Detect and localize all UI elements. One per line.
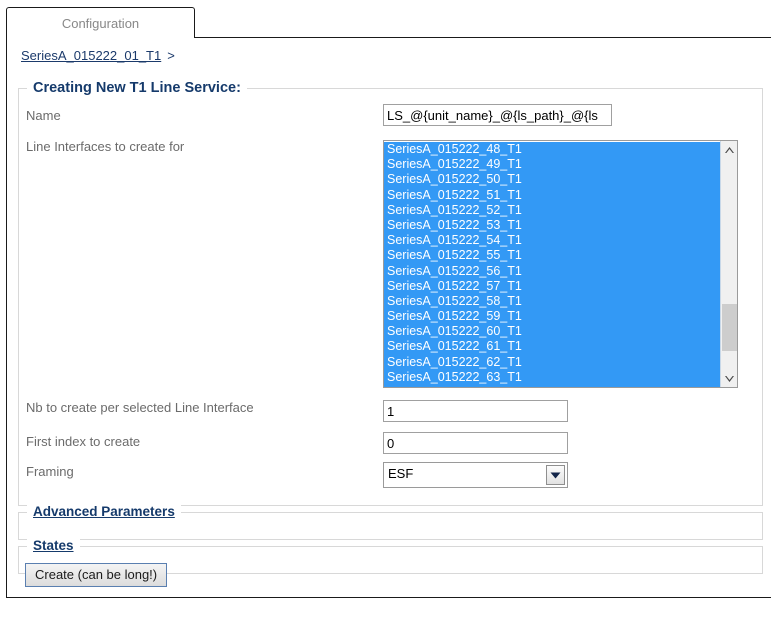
panel-title: Creating New T1 Line Service: bbox=[27, 80, 247, 96]
label-name: Name bbox=[26, 108, 61, 123]
list-item[interactable]: SeriesA_015222_61_T1 bbox=[384, 339, 720, 355]
scrollbar-thumb[interactable] bbox=[722, 304, 737, 351]
list-item[interactable]: SeriesA_015222_62_T1 bbox=[384, 354, 720, 370]
list-item[interactable]: SeriesA_015222_60_T1 bbox=[384, 324, 720, 340]
framing-select[interactable]: ESF bbox=[383, 462, 568, 488]
tab-configuration-label: Configuration bbox=[61, 15, 140, 31]
line-interfaces-listbox[interactable]: SeriesA_015222_48_T1 SeriesA_015222_49_T1… bbox=[383, 140, 738, 388]
list-item[interactable]: SeriesA_015222_59_T1 bbox=[384, 309, 720, 325]
breadcrumb-link-seriesa[interactable]: SeriesA_015222_01_T1 bbox=[21, 48, 161, 63]
advanced-parameters-toggle[interactable]: Advanced Parameters bbox=[27, 504, 181, 519]
tab-configuration[interactable]: Configuration bbox=[6, 7, 195, 38]
list-item[interactable]: SeriesA_015222_51_T1 bbox=[384, 187, 720, 203]
list-item[interactable]: SeriesA_015222_52_T1 bbox=[384, 202, 720, 218]
list-item[interactable]: SeriesA_015222_53_T1 bbox=[384, 217, 720, 234]
listbox-selection-filler bbox=[384, 385, 720, 387]
scroll-up-arrow-icon[interactable] bbox=[721, 141, 737, 158]
label-first-index: First index to create bbox=[26, 434, 141, 449]
states-toggle[interactable]: States bbox=[27, 538, 80, 553]
first-index-input[interactable] bbox=[383, 432, 568, 454]
nb-to-create-input[interactable] bbox=[383, 400, 568, 422]
create-button[interactable]: Create (can be long!) bbox=[25, 563, 168, 587]
chevron-down-icon[interactable] bbox=[546, 465, 565, 485]
list-item[interactable]: SeriesA_015222_48_T1 bbox=[384, 142, 720, 158]
label-nb-to-create: Nb to create per selected Line Interface bbox=[26, 400, 254, 415]
name-input[interactable] bbox=[383, 104, 612, 126]
list-item[interactable]: SeriesA_015222_50_T1 bbox=[384, 172, 720, 188]
list-item[interactable]: SeriesA_015222_55_T1 bbox=[384, 248, 720, 264]
list-item[interactable]: SeriesA_015222_57_T1 bbox=[384, 278, 720, 294]
list-item[interactable]: SeriesA_015222_49_T1 bbox=[384, 157, 720, 173]
listbox-scrollbar[interactable] bbox=[720, 141, 737, 387]
breadcrumb-separator: > bbox=[167, 48, 175, 63]
tab-strip: Configuration bbox=[0, 0, 771, 38]
list-item[interactable]: SeriesA_015222_56_T1 bbox=[384, 263, 720, 279]
breadcrumb: SeriesA_015222_01_T1 > bbox=[21, 48, 175, 63]
label-framing: Framing bbox=[26, 464, 74, 479]
list-item[interactable]: SeriesA_015222_63_T1 bbox=[384, 369, 720, 385]
framing-select-value: ESF bbox=[388, 466, 414, 481]
label-line-interfaces: Line Interfaces to create for bbox=[26, 139, 185, 154]
list-item[interactable]: SeriesA_015222_54_T1 bbox=[384, 233, 720, 249]
list-item[interactable]: SeriesA_015222_58_T1 bbox=[384, 293, 720, 310]
line-interfaces-options[interactable]: SeriesA_015222_48_T1 SeriesA_015222_49_T1… bbox=[384, 141, 720, 387]
scroll-down-arrow-icon[interactable] bbox=[721, 370, 737, 387]
advanced-parameters-section[interactable]: Advanced Parameters bbox=[18, 504, 763, 540]
